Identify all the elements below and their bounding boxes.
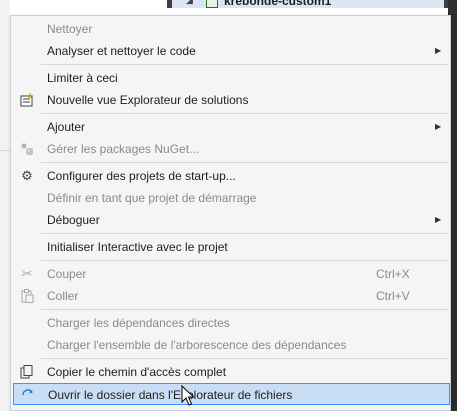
submenu-arrow-icon: ▶ bbox=[435, 215, 442, 224]
menu-item-charger-directes[interactable]: Charger les dépendances directes bbox=[13, 312, 450, 334]
menu-item-initialiser-interactive[interactable]: Initialiser Interactive avec le projet bbox=[13, 236, 450, 258]
menu-separator bbox=[41, 233, 448, 234]
menu-item-ouvrir-dossier[interactable]: Ouvrir le dossier dans l'Explorateur de … bbox=[13, 383, 450, 405]
menu-item-definir-demarrage[interactable]: Définir en tant que projet de démarrage bbox=[13, 187, 450, 209]
project-icon bbox=[206, 0, 218, 8]
menu-separator bbox=[41, 309, 448, 310]
menu-item-label: Initialiser Interactive avec le projet bbox=[47, 240, 228, 254]
menu-item-nettoyer[interactable]: Nettoyer bbox=[13, 18, 450, 40]
menu-item-label: Nouvelle vue Explorateur de solutions bbox=[47, 93, 249, 107]
menu-separator bbox=[41, 260, 448, 261]
menu-item-label: Déboguer bbox=[47, 213, 100, 227]
menu-item-label: Coller bbox=[47, 289, 79, 303]
menu-separator bbox=[41, 64, 448, 65]
menu-item-limiter[interactable]: Limiter à ceci bbox=[13, 67, 450, 89]
solution-explorer-selected-node[interactable]: ◢ krebonde-custom1 bbox=[172, 0, 444, 8]
menu-item-label: Charger les dépendances directes bbox=[47, 316, 230, 330]
menu-item-label: Limiter à ceci bbox=[47, 71, 118, 85]
menu-separator bbox=[41, 358, 448, 359]
menu-separator bbox=[41, 162, 448, 163]
menu-item-label: Configurer des projets de start-up... bbox=[47, 169, 236, 183]
menu-separator bbox=[41, 113, 448, 114]
editor-divider bbox=[0, 150, 10, 151]
gear-icon: ⚙ bbox=[21, 168, 33, 183]
scissors-icon: ✂ bbox=[21, 266, 33, 281]
clipboard-icon bbox=[19, 288, 35, 304]
shortcut-label: Ctrl+V bbox=[376, 289, 410, 303]
menu-item-label: Ajouter bbox=[47, 120, 86, 134]
menu-item-configurer-startup[interactable]: ⚙ Configurer des projets de start-up... bbox=[13, 165, 450, 187]
copy-icon bbox=[19, 364, 35, 380]
nuget-icon bbox=[19, 141, 35, 157]
menu-item-nouvelle-vue[interactable]: Nouvelle vue Explorateur de solutions bbox=[13, 89, 450, 111]
menu-item-label: Charger l'ensemble de l'arborescence des… bbox=[47, 338, 347, 352]
shortcut-label: Ctrl+X bbox=[376, 267, 410, 281]
menu-item-deboguer[interactable]: Déboguer ▶ bbox=[13, 209, 450, 231]
menu-item-label: Définir en tant que projet de démarrage bbox=[47, 191, 257, 205]
menu-item-gerer-nuget[interactable]: Gérer les packages NuGet... bbox=[13, 138, 450, 160]
open-folder-icon bbox=[20, 387, 36, 403]
menu-item-coller[interactable]: Coller Ctrl+V bbox=[13, 285, 450, 307]
menu-item-couper[interactable]: ✂ Couper Ctrl+X bbox=[13, 263, 450, 285]
menu-item-label: Copier le chemin d'accès complet bbox=[47, 365, 227, 379]
menu-item-label: Analyser et nettoyer le code bbox=[47, 44, 196, 58]
menu-item-copier-chemin[interactable]: Copier le chemin d'accès complet bbox=[13, 361, 450, 383]
mouse-cursor-icon bbox=[181, 385, 195, 406]
submenu-arrow-icon: ▶ bbox=[435, 46, 442, 55]
submenu-arrow-icon: ▶ bbox=[435, 122, 442, 131]
menu-item-label: Ouvrir le dossier dans l'Explorateur de … bbox=[48, 388, 293, 402]
menu-item-label: Nettoyer bbox=[47, 22, 93, 36]
expand-arrow-icon[interactable]: ◢ bbox=[186, 0, 193, 6]
menu-item-analyser-nettoyer[interactable]: Analyser et nettoyer le code ▶ bbox=[13, 40, 450, 62]
menu-item-label: Gérer les packages NuGet... bbox=[47, 142, 200, 156]
context-menu: Nettoyer Analyser et nettoyer le code ▶ … bbox=[10, 15, 451, 411]
menu-item-label: Couper bbox=[47, 267, 87, 281]
menu-item-ajouter[interactable]: Ajouter ▶ bbox=[13, 116, 450, 138]
tree-node-label: krebonde-custom1 bbox=[224, 0, 332, 8]
editor-left-strip bbox=[0, 0, 10, 411]
menu-item-charger-arborescence[interactable]: Charger l'ensemble de l'arborescence des… bbox=[13, 334, 450, 356]
new-solution-explorer-view-icon bbox=[19, 92, 35, 108]
